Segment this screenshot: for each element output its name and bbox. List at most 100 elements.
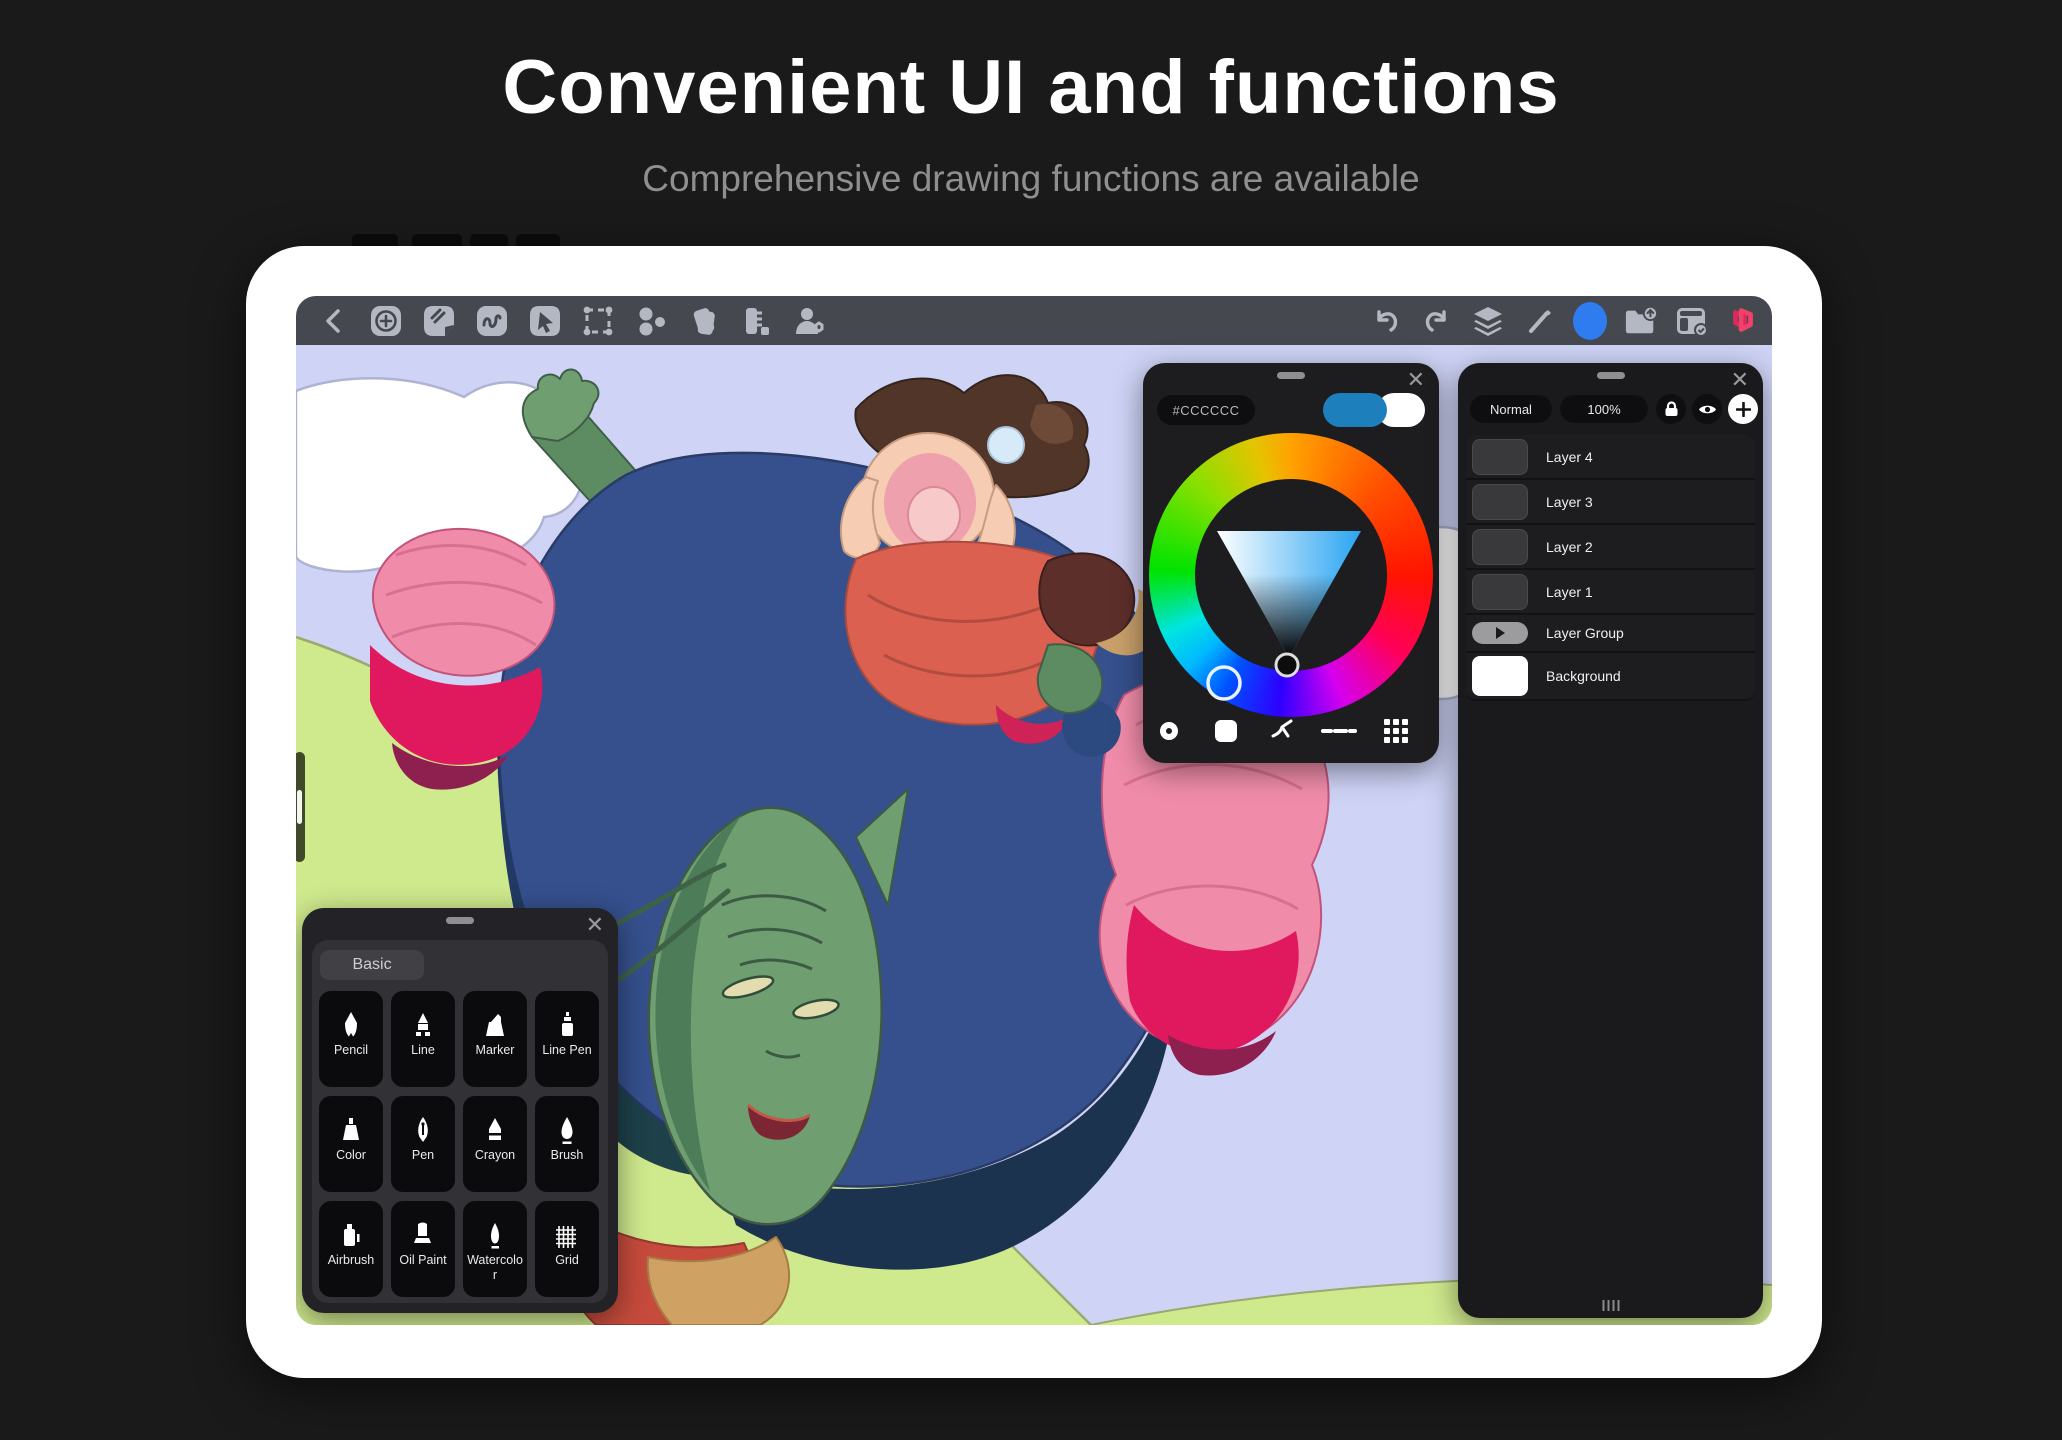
brush-airbrush[interactable]: Airbrush	[319, 1201, 383, 1297]
primary-color-swatch[interactable]	[1323, 393, 1387, 427]
brush-panel-body: Basic Pencil Line Marker	[312, 940, 608, 1303]
page-subtitle: Comprehensive drawing functions are avai…	[0, 158, 2062, 200]
lock-icon[interactable]	[1656, 394, 1686, 424]
color-panel-close-icon[interactable]: ✕	[1407, 369, 1425, 391]
color-swatch-circle	[1573, 302, 1607, 340]
brush-tip-icon	[554, 1096, 580, 1148]
canvas-side-slider[interactable]	[296, 752, 305, 862]
brush-panel-drag-handle[interactable]	[446, 917, 474, 924]
layer-name: Layer 2	[1546, 539, 1593, 555]
sv-selector[interactable]	[1276, 654, 1298, 676]
layers-panel-close-icon[interactable]: ✕	[1731, 369, 1749, 391]
app-logo-icon[interactable]	[1726, 304, 1760, 338]
layer-name: Layer Group	[1546, 625, 1624, 641]
layers-panel-resize-grip[interactable]	[1602, 1300, 1619, 1311]
toolbar-right-group	[1369, 304, 1772, 338]
edit-note-icon[interactable]	[422, 304, 456, 338]
brush-line[interactable]: Line	[391, 991, 455, 1087]
layer-thumbnail	[1472, 656, 1528, 696]
grid-icon	[554, 1201, 580, 1253]
fg-bg-color-toggle[interactable]	[1323, 393, 1425, 427]
layer-row[interactable]: Layer 3	[1466, 480, 1755, 525]
line-brush-icon	[410, 991, 436, 1043]
airbrush-icon	[338, 1201, 364, 1253]
brush-tool-icon[interactable]	[1522, 304, 1556, 338]
page-title: Convenient UI and functions	[0, 44, 2062, 131]
layer-list: Layer 4 Layer 3 Layer 2 Layer 1	[1466, 435, 1755, 701]
brush-crayon[interactable]: Crayon	[463, 1096, 527, 1192]
background-layer-row[interactable]: Background	[1466, 653, 1755, 701]
add-layer-icon[interactable]	[1728, 394, 1758, 424]
add-icon[interactable]	[369, 304, 403, 338]
color-brush-icon	[338, 1096, 364, 1148]
layer-name: Layer 4	[1546, 449, 1593, 465]
sv-triangle[interactable]	[1149, 433, 1433, 717]
brush-panel-close-icon[interactable]: ✕	[586, 914, 604, 936]
export-icon[interactable]	[1624, 304, 1658, 338]
brush-brush[interactable]: Brush	[535, 1096, 599, 1192]
color-panel-drag-handle[interactable]	[1277, 372, 1305, 379]
toolbar-left-group	[296, 304, 827, 338]
square-mode-icon[interactable]	[1208, 713, 1244, 749]
layer-row[interactable]: Layer 1	[1466, 570, 1755, 615]
brush-oil-paint[interactable]: Oil Paint	[391, 1201, 455, 1297]
brush-watercolor[interactable]: Watercolor	[463, 1201, 527, 1297]
layer-thumbnail	[1472, 574, 1528, 610]
top-toolbar	[296, 296, 1772, 345]
brush-grid[interactable]: Grid	[535, 1201, 599, 1297]
layer-row[interactable]: Layer 2	[1466, 525, 1755, 570]
hue-selector[interactable]	[1208, 667, 1240, 699]
app-screen: ✕ #CCCCCC	[296, 296, 1772, 1325]
brush-color[interactable]: Color	[319, 1096, 383, 1192]
layer-thumbnail	[1472, 529, 1528, 565]
marker-icon	[482, 991, 508, 1043]
redo-icon[interactable]	[1420, 304, 1454, 338]
layer-name: Background	[1546, 668, 1621, 684]
crayon-icon	[482, 1096, 508, 1148]
layer-thumbnail	[1472, 439, 1528, 475]
palette-mode-icon[interactable]	[1378, 713, 1414, 749]
undo-icon[interactable]	[1369, 304, 1403, 338]
account-icon[interactable]	[793, 304, 827, 338]
layers-panel-drag-handle[interactable]	[1597, 372, 1625, 379]
eye-icon[interactable]	[1692, 394, 1722, 424]
brush-panel: ✕ Basic Pencil Line	[302, 908, 618, 1313]
wheel-mode-icon[interactable]	[1151, 713, 1187, 749]
layers-panel: ✕ Normal 100% Layer 4	[1458, 363, 1763, 1318]
brush-pen[interactable]: Pen	[391, 1096, 455, 1192]
opacity-select[interactable]: 100%	[1560, 395, 1648, 423]
pencil-icon	[338, 991, 364, 1043]
curve-tool-icon[interactable]	[475, 304, 509, 338]
blend-mode-select[interactable]: Normal	[1470, 395, 1552, 423]
page: Convenient UI and functions Comprehensiv…	[0, 0, 2062, 1440]
watercolor-icon	[482, 1201, 508, 1253]
oil-paint-icon	[410, 1201, 436, 1253]
tab-basic[interactable]: Basic	[320, 950, 424, 980]
layer-group-expand-icon[interactable]	[1472, 622, 1528, 644]
layer-name: Layer 1	[1546, 584, 1593, 600]
layer-name: Layer 3	[1546, 494, 1593, 510]
sliders-mode-icon[interactable]	[1321, 713, 1357, 749]
mixer-mode-icon[interactable]	[1265, 713, 1301, 749]
color-mode-tabs	[1143, 713, 1439, 749]
current-color-icon[interactable]	[1573, 304, 1607, 338]
brush-line-pen[interactable]: Line Pen	[535, 991, 599, 1087]
layer-group-row[interactable]: Layer Group	[1466, 615, 1755, 653]
transform-icon[interactable]	[581, 304, 615, 338]
select-cursor-icon[interactable]	[528, 304, 562, 338]
layer-thumbnail	[1472, 484, 1528, 520]
slider-handle[interactable]	[297, 790, 302, 824]
layer-row[interactable]: Layer 4	[1466, 435, 1755, 480]
ruler-icon[interactable]	[740, 304, 774, 338]
line-pen-icon	[554, 991, 580, 1043]
hex-value-field[interactable]: #CCCCCC	[1157, 395, 1255, 425]
color-wheel[interactable]	[1149, 433, 1433, 717]
brush-marker[interactable]: Marker	[463, 991, 527, 1087]
brush-grid: Pencil Line Marker Line Pen	[319, 991, 599, 1297]
back-icon[interactable]	[316, 304, 350, 338]
material-icon[interactable]	[687, 304, 721, 338]
brush-pencil[interactable]: Pencil	[319, 991, 383, 1087]
layers-icon[interactable]	[1471, 304, 1505, 338]
workspace-icon[interactable]	[1675, 304, 1709, 338]
color-dots-icon[interactable]	[634, 304, 668, 338]
